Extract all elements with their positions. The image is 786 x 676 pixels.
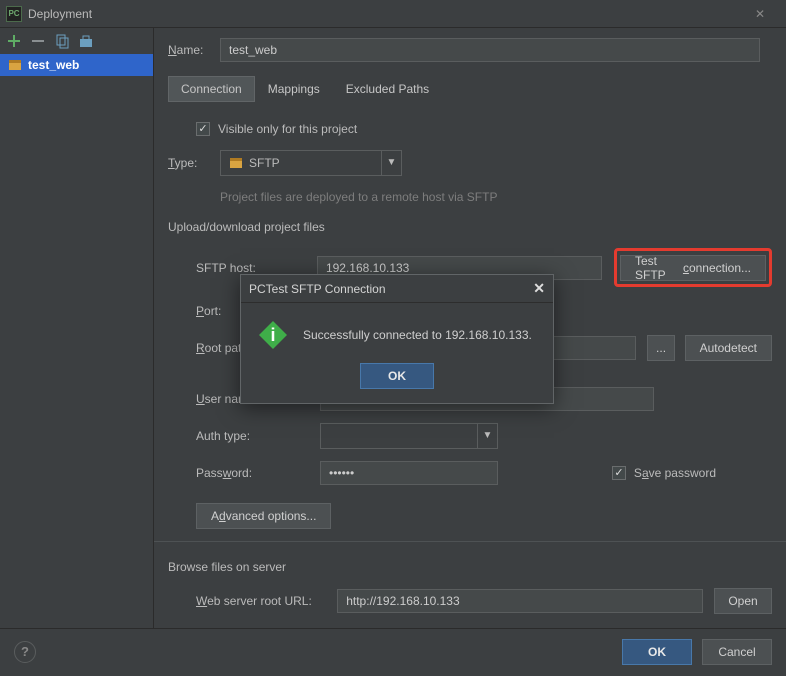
dialog-title: Test SFTP Connection xyxy=(266,282,386,296)
test-connection-highlight: Test SFTP connection... xyxy=(614,248,772,287)
close-icon[interactable]: ✕ xyxy=(533,280,545,297)
copy-icon[interactable] xyxy=(54,33,70,49)
web-root-input[interactable] xyxy=(337,589,702,613)
titlebar: PC Deployment ✕ xyxy=(0,0,786,28)
window-title: Deployment xyxy=(28,7,92,21)
upload-section-title: Upload/download project files xyxy=(168,220,772,234)
dialog-message: Successfully connected to 192.168.10.133… xyxy=(303,328,532,342)
chevron-down-icon: ▼ xyxy=(381,151,401,175)
type-label: Type: xyxy=(168,156,220,170)
sidebar-toolbar xyxy=(0,28,153,54)
server-icon xyxy=(8,58,22,72)
auth-type-label: Auth type: xyxy=(196,429,320,443)
save-password-label: Save password xyxy=(634,466,716,480)
save-password-checkbox[interactable] xyxy=(612,466,626,480)
cancel-button[interactable]: Cancel xyxy=(702,639,772,665)
web-root-label: Web server root URL: xyxy=(196,594,337,608)
chevron-down-icon: ▼ xyxy=(477,424,497,448)
sftp-host-label: SFTP host: xyxy=(196,261,305,275)
remove-icon[interactable] xyxy=(30,33,46,49)
tab-excluded-paths[interactable]: Excluded Paths xyxy=(333,76,442,102)
tab-connection[interactable]: Connection xyxy=(168,76,255,102)
tab-mappings[interactable]: Mappings xyxy=(255,76,333,102)
import-icon[interactable] xyxy=(78,33,94,49)
dialog-titlebar: PC Test SFTP Connection ✕ xyxy=(241,275,553,303)
visible-only-checkbox[interactable] xyxy=(196,122,210,136)
password-input[interactable] xyxy=(320,461,498,485)
close-window-icon[interactable]: ✕ xyxy=(740,7,780,21)
ok-button[interactable]: OK xyxy=(622,639,692,665)
visible-only-label: Visible only for this project xyxy=(218,122,357,136)
browse-section-title: Browse files on server xyxy=(168,560,772,574)
test-connection-button[interactable]: Test SFTP connection... xyxy=(620,255,766,281)
sidebar: test_web xyxy=(0,28,154,628)
app-icon: PC xyxy=(6,6,22,22)
test-connection-dialog: PC Test SFTP Connection ✕ i Successfully… xyxy=(240,274,554,404)
svg-text:i: i xyxy=(270,325,275,345)
footer: ? OK Cancel xyxy=(0,628,786,674)
server-icon xyxy=(229,156,243,170)
password-label: Password: xyxy=(196,466,320,480)
info-icon: i xyxy=(257,319,289,351)
dialog-ok-button[interactable]: OK xyxy=(360,363,434,389)
add-icon[interactable] xyxy=(6,33,22,49)
advanced-options-button[interactable]: Advanced options... xyxy=(196,503,331,529)
root-browse-button[interactable]: ... xyxy=(647,335,675,361)
tabs: Connection Mappings Excluded Paths xyxy=(168,76,772,102)
name-label: Name: xyxy=(168,43,220,57)
open-button[interactable]: Open xyxy=(714,588,772,614)
type-hint: Project files are deployed to a remote h… xyxy=(220,190,772,204)
auth-type-select[interactable]: ▼ xyxy=(320,423,498,449)
type-value: SFTP xyxy=(249,156,280,170)
sidebar-item-server[interactable]: test_web xyxy=(0,54,153,76)
autodetect-button[interactable]: Autodetect xyxy=(685,335,772,361)
help-icon[interactable]: ? xyxy=(14,641,36,663)
name-input[interactable] xyxy=(220,38,760,62)
type-select[interactable]: SFTP ▼ xyxy=(220,150,402,176)
app-icon: PC xyxy=(249,282,266,296)
sidebar-item-label: test_web xyxy=(28,58,79,72)
